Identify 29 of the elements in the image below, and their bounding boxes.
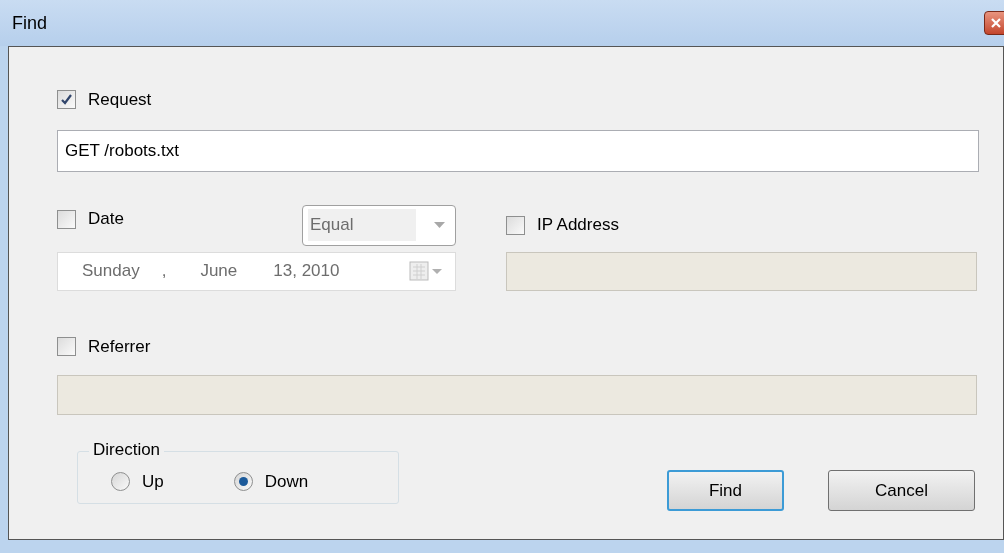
ip-address-field[interactable]	[506, 251, 977, 291]
request-field[interactable]: GET /robots.txt	[57, 129, 979, 172]
month-text: June	[200, 260, 238, 283]
radio-button[interactable]	[233, 472, 253, 492]
operator-dropdown[interactable]: Equal	[302, 204, 456, 246]
radio-label: Down	[264, 471, 309, 493]
radio-button[interactable]	[111, 472, 130, 492]
checkbox[interactable]	[57, 90, 76, 110]
checkmark-icon	[60, 93, 73, 107]
window-title: Find	[12, 11, 47, 35]
checkbox-label: IP Address	[537, 214, 619, 237]
referrer-field[interactable]	[57, 375, 977, 415]
dialog-button[interactable]: Find	[667, 470, 784, 511]
checkbox-label: Date	[88, 208, 124, 231]
radio-label: Up	[142, 471, 164, 493]
checkbox-label: Request	[88, 89, 152, 111]
checkbox-label: Referrer	[88, 335, 151, 358]
day-year-text: 13, 2010	[273, 260, 340, 283]
caret-icon	[434, 222, 445, 228]
close-icon	[991, 18, 1001, 28]
close-button[interactable]	[984, 11, 1004, 35]
checkbox[interactable]	[506, 215, 525, 235]
dropdown-value: Equal	[308, 209, 416, 241]
checkbox[interactable]	[57, 209, 76, 229]
separator-text: ,	[161, 260, 167, 283]
checkbox[interactable]	[57, 336, 76, 356]
date-picker[interactable]: Sunday , June 13, 2010	[57, 251, 456, 291]
dialog-button[interactable]: Cancel	[828, 470, 975, 511]
weekday-text: Sunday	[82, 260, 140, 283]
